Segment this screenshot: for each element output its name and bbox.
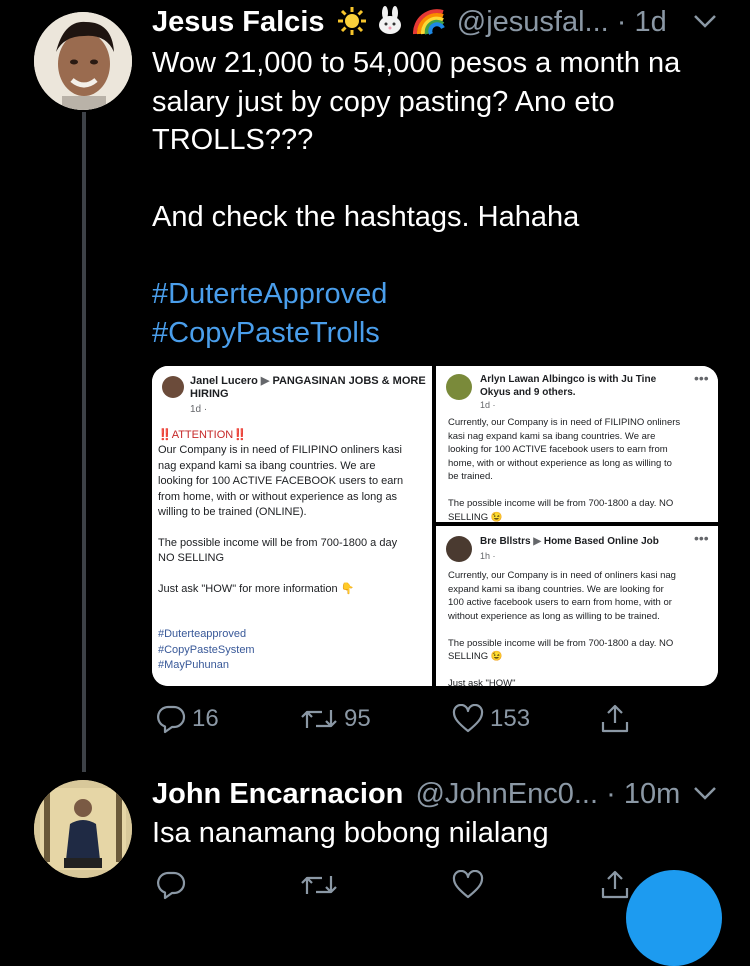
like-count: 153 xyxy=(490,705,531,732)
post-line: 100 active facebook users to earn from h… xyxy=(448,597,672,608)
post-line: SELLING 😉 xyxy=(448,511,503,523)
post-line: nag expand kami sa ibang countries. We a… xyxy=(158,459,376,472)
share-icon xyxy=(601,870,629,899)
rainbow-emoji-icon xyxy=(412,6,445,36)
post-line: home, with or without experience as long… xyxy=(448,457,672,469)
post-author: Janel Lucero ▶ PANGASINAN JOBS & MORE HI… xyxy=(190,375,426,400)
attached-image[interactable]: Janel Lucero ▶ PANGASINAN JOBS & MORE HI… xyxy=(152,366,718,686)
profile-photo-icon xyxy=(34,12,132,110)
post-line: ‼️ATTENTION‼️ xyxy=(158,429,247,441)
share-button[interactable] xyxy=(600,702,630,734)
tweet-header: John Encarnacion @JohnEnc0... · 10m xyxy=(152,776,680,812)
post-line: Just ask "HOW" for more information 👇 xyxy=(158,583,355,596)
post-hashtag: #MayPuhunan xyxy=(158,659,229,672)
tweet-text-line: TROLLS??? xyxy=(152,124,314,156)
post-meta: 1h · xyxy=(480,551,496,561)
more-options-icon: ••• xyxy=(694,530,709,546)
user-handle[interactable]: @jesusfal... xyxy=(457,6,609,38)
post-meta: 1d · xyxy=(190,404,208,415)
retweet-icon xyxy=(301,876,337,894)
reply-button[interactable] xyxy=(156,870,186,900)
hashtag-link[interactable]: #DuterteApproved xyxy=(152,275,680,314)
post-line: be trained. xyxy=(448,471,493,482)
thread-connector-line xyxy=(82,112,86,772)
retweet-count: 95 xyxy=(344,705,371,732)
reply-button[interactable]: 16 xyxy=(156,704,219,734)
reply-icon xyxy=(157,871,186,900)
post-line: from home, with or without experience as… xyxy=(158,490,398,503)
like-button[interactable] xyxy=(452,870,484,900)
post-line: kasi nag expand kami sa ibang countries.… xyxy=(448,430,656,442)
post-author: Arlyn Lawan Albingco is with Ju Tine Oky… xyxy=(480,374,657,398)
post-meta: 1d · xyxy=(480,400,496,410)
fb-post-screenshot-top-right: Arlyn Lawan Albingco is with Ju Tine Oky… xyxy=(436,366,718,522)
post-line xyxy=(448,623,718,637)
display-name[interactable]: John Encarnacion xyxy=(152,778,403,810)
post-line: The possible income will be from 700-180… xyxy=(158,536,398,549)
display-name[interactable]: Jesus Falcis xyxy=(152,6,325,38)
tweet-text: Wow 21,000 to 54,000 pesos a month na sa… xyxy=(152,44,680,352)
post-line: Just ask "HOW" xyxy=(448,678,516,686)
share-icon xyxy=(601,704,629,733)
chevron-down-icon[interactable] xyxy=(692,784,718,807)
tweet-text-line xyxy=(152,160,680,199)
post-hashtag: #Duterteapproved xyxy=(158,628,247,641)
timestamp[interactable]: · 10m xyxy=(606,778,680,810)
post-line: without experience as long as willing to… xyxy=(448,610,660,622)
profile-photo-icon xyxy=(34,780,132,878)
retweet-button[interactable] xyxy=(300,870,338,900)
reply-icon xyxy=(157,705,186,734)
reply-count: 16 xyxy=(192,705,219,732)
retweet-button[interactable]: 95 xyxy=(300,704,371,734)
post-line: Currently, our Company is in need of FIL… xyxy=(448,417,681,428)
tweet-text: Isa nanamang bobong nilalang xyxy=(152,817,549,849)
tweet-text-line: And check the hashtags. Hahaha xyxy=(152,201,580,233)
post-author: Bre Bllstrs ▶ Home Based Online Job xyxy=(480,536,659,547)
avatar[interactable] xyxy=(34,780,132,878)
tweet-text-line: salary just by copy pasting? Ano eto xyxy=(152,85,615,118)
fb-post-screenshot-bottom-right: Bre Bllstrs ▶ Home Based Online Job ••• … xyxy=(436,526,718,686)
compose-tweet-button[interactable] xyxy=(626,870,722,966)
post-line: looking for 100 ACTIVE FACEBOOK users to… xyxy=(158,475,404,488)
post-body: Currently, our Company is in need of onl… xyxy=(448,569,718,686)
chevron-down-icon[interactable] xyxy=(692,12,718,35)
post-line: Our Company is in need of FILIPINO onlin… xyxy=(158,444,402,457)
like-button[interactable]: 153 xyxy=(452,704,530,734)
post-line xyxy=(158,520,434,535)
avatar xyxy=(446,374,472,400)
post-line: NO SELLING xyxy=(158,552,225,565)
tweet-text-line: Wow 21,000 to 54,000 pesos a month na xyxy=(152,47,681,79)
user-handle[interactable]: @JohnEnc0... xyxy=(415,778,598,810)
tweet-header: Jesus Falcis @jesusfal... · 1d xyxy=(152,4,667,40)
post-line: The possible income will be from 700-180… xyxy=(448,498,674,509)
post-line: The possible income will be from 700-180… xyxy=(448,637,674,649)
post-line: expand kami sa ibang countries. We are l… xyxy=(448,583,664,595)
avatar[interactable] xyxy=(34,12,132,110)
tweet-text-line xyxy=(152,237,680,276)
heart-icon xyxy=(452,704,484,733)
hashtag-link[interactable]: #CopyPasteTrolls xyxy=(152,314,680,353)
post-line: looking for 100 ACTIVE facebook users to… xyxy=(448,444,668,455)
post-line: Currently, our Company is in need of onl… xyxy=(448,570,676,581)
post-line xyxy=(158,567,434,582)
avatar xyxy=(446,536,472,562)
post-body: ‼️ATTENTION‼️ Our Company is in need of … xyxy=(158,428,434,674)
share-button[interactable] xyxy=(600,868,630,900)
heart-icon xyxy=(452,870,484,899)
post-body: Currently, our Company is in need of FIL… xyxy=(448,416,718,522)
retweet-icon xyxy=(301,710,337,728)
sun-emoji-icon xyxy=(337,6,367,36)
post-line xyxy=(448,484,718,498)
avatar xyxy=(162,376,184,398)
timestamp[interactable]: · 1d xyxy=(617,6,667,38)
more-options-icon: ••• xyxy=(694,370,709,386)
rabbit-emoji-icon xyxy=(375,6,405,36)
post-line xyxy=(448,664,718,678)
post-line: willing to be trained (ONLINE). xyxy=(158,506,307,519)
fb-post-screenshot-left: Janel Lucero ▶ PANGASINAN JOBS & MORE HI… xyxy=(152,366,432,686)
post-hashtag: #CopyPasteSystem xyxy=(158,643,255,656)
post-line: SELLING 😉 xyxy=(448,651,503,662)
